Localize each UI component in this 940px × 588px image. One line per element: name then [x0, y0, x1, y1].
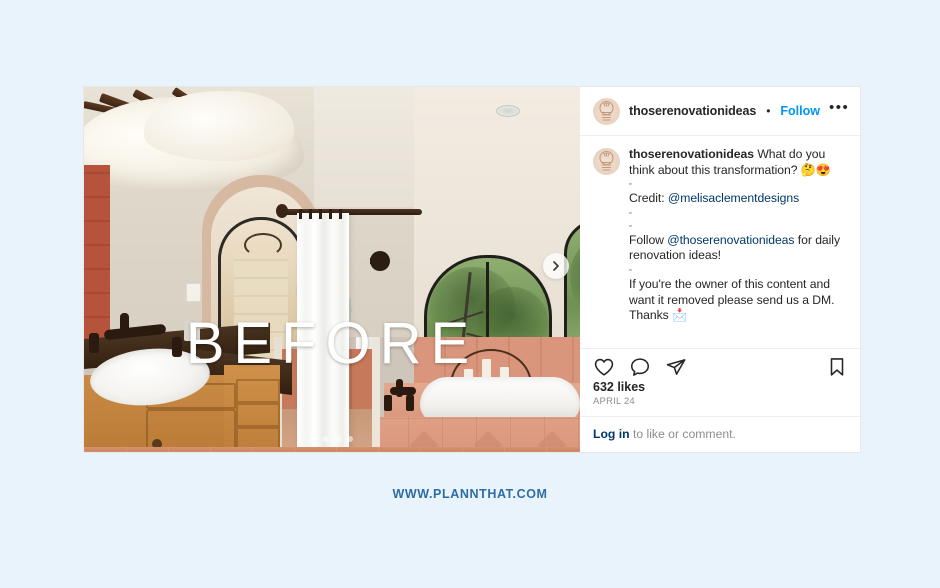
caption-line-1: thoserenovationideas What do you think a…	[629, 147, 847, 178]
share-button[interactable]	[665, 356, 687, 378]
post-username[interactable]: thoserenovationideas	[629, 104, 756, 118]
bookmark-icon	[830, 358, 844, 376]
tub-faucet	[390, 387, 416, 395]
terracotta-wall-tile	[84, 165, 110, 340]
canopy-drape	[144, 91, 294, 161]
cabinet-drawer	[236, 403, 280, 427]
post-image[interactable]: BEFORE	[84, 87, 580, 452]
tub-handle	[384, 395, 392, 411]
window-ornament	[244, 233, 282, 257]
before-overlay-text: BEFORE	[185, 311, 479, 376]
caption-blank-line: ▫	[629, 222, 632, 230]
heart-icon	[594, 358, 614, 376]
likes-count: 632 likes	[593, 380, 646, 394]
more-options-button[interactable]: •••	[829, 100, 849, 119]
account-avatar-icon	[599, 100, 614, 121]
follow-handle-link[interactable]: @thoserenovationideas	[667, 233, 794, 247]
footer-url: WWW.PLANNTHAT.COM	[392, 487, 548, 501]
comment-bubble-icon	[630, 358, 650, 376]
instagram-post-embed: BEFORE thoserenovationideas • Follow •••…	[84, 87, 860, 452]
like-button[interactable]	[593, 356, 615, 378]
post-meta-panel: thoserenovationideas • Follow ••• thoser…	[580, 87, 860, 452]
avatar[interactable]	[593, 97, 620, 125]
share-paper-plane-icon	[666, 359, 686, 375]
post-header: thoserenovationideas • Follow •••	[580, 87, 860, 136]
curtain-rod-finial	[276, 204, 288, 218]
follow-prefix: Follow	[629, 232, 668, 247]
login-prompt: Log in to like or comment.	[580, 416, 860, 452]
carousel-dot-4[interactable]	[347, 436, 353, 442]
caption-username[interactable]: thoserenovationideas	[629, 147, 754, 161]
caption-removal-notice: If you're the owner of this content and …	[629, 276, 835, 323]
caption-text: thoserenovationideas What do you think a…	[629, 147, 847, 348]
tub-handle	[406, 395, 414, 411]
caption-credit: Credit: @melisaclementdesigns	[629, 191, 847, 207]
separator-dot: •	[766, 104, 771, 118]
carousel-next-button[interactable]	[543, 253, 569, 279]
caption-follow-line: Follow @thoserenovationideas for daily r…	[629, 233, 847, 264]
credit-handle-link[interactable]: @melisaclementdesigns	[668, 191, 799, 205]
caption-blank-line: ▫	[629, 181, 632, 189]
chevron-right-icon	[553, 261, 559, 271]
credit-label: Credit:	[629, 191, 668, 206]
caption-blank-line: ▫	[629, 209, 632, 217]
comment-button[interactable]	[629, 356, 651, 378]
post-caption-area: thoserenovationideas What do you think a…	[580, 136, 860, 348]
follow-button[interactable]: Follow	[780, 104, 820, 118]
post-action-bar	[580, 348, 860, 378]
caption-blank-line: ▫	[629, 266, 632, 274]
curtain-rings	[299, 209, 349, 219]
carousel-dot-2[interactable]	[323, 436, 329, 442]
carousel-dot-1[interactable]	[311, 436, 317, 442]
post-date: APRIL 24	[593, 396, 635, 407]
terracotta-floor-surface	[84, 447, 580, 452]
carousel-indicator[interactable]	[84, 436, 580, 442]
carousel-dot-3[interactable]	[335, 436, 341, 442]
save-button[interactable]	[827, 356, 847, 378]
avatar[interactable]	[593, 148, 620, 175]
cabinet-drawer	[236, 379, 280, 403]
log-in-link[interactable]: Log in	[593, 427, 630, 441]
recessed-ceiling-light	[496, 105, 520, 117]
account-avatar-icon	[599, 151, 614, 171]
wall-outlet	[186, 283, 201, 302]
login-prompt-rest: to like or comment.	[629, 427, 736, 441]
shower-head	[370, 251, 390, 271]
